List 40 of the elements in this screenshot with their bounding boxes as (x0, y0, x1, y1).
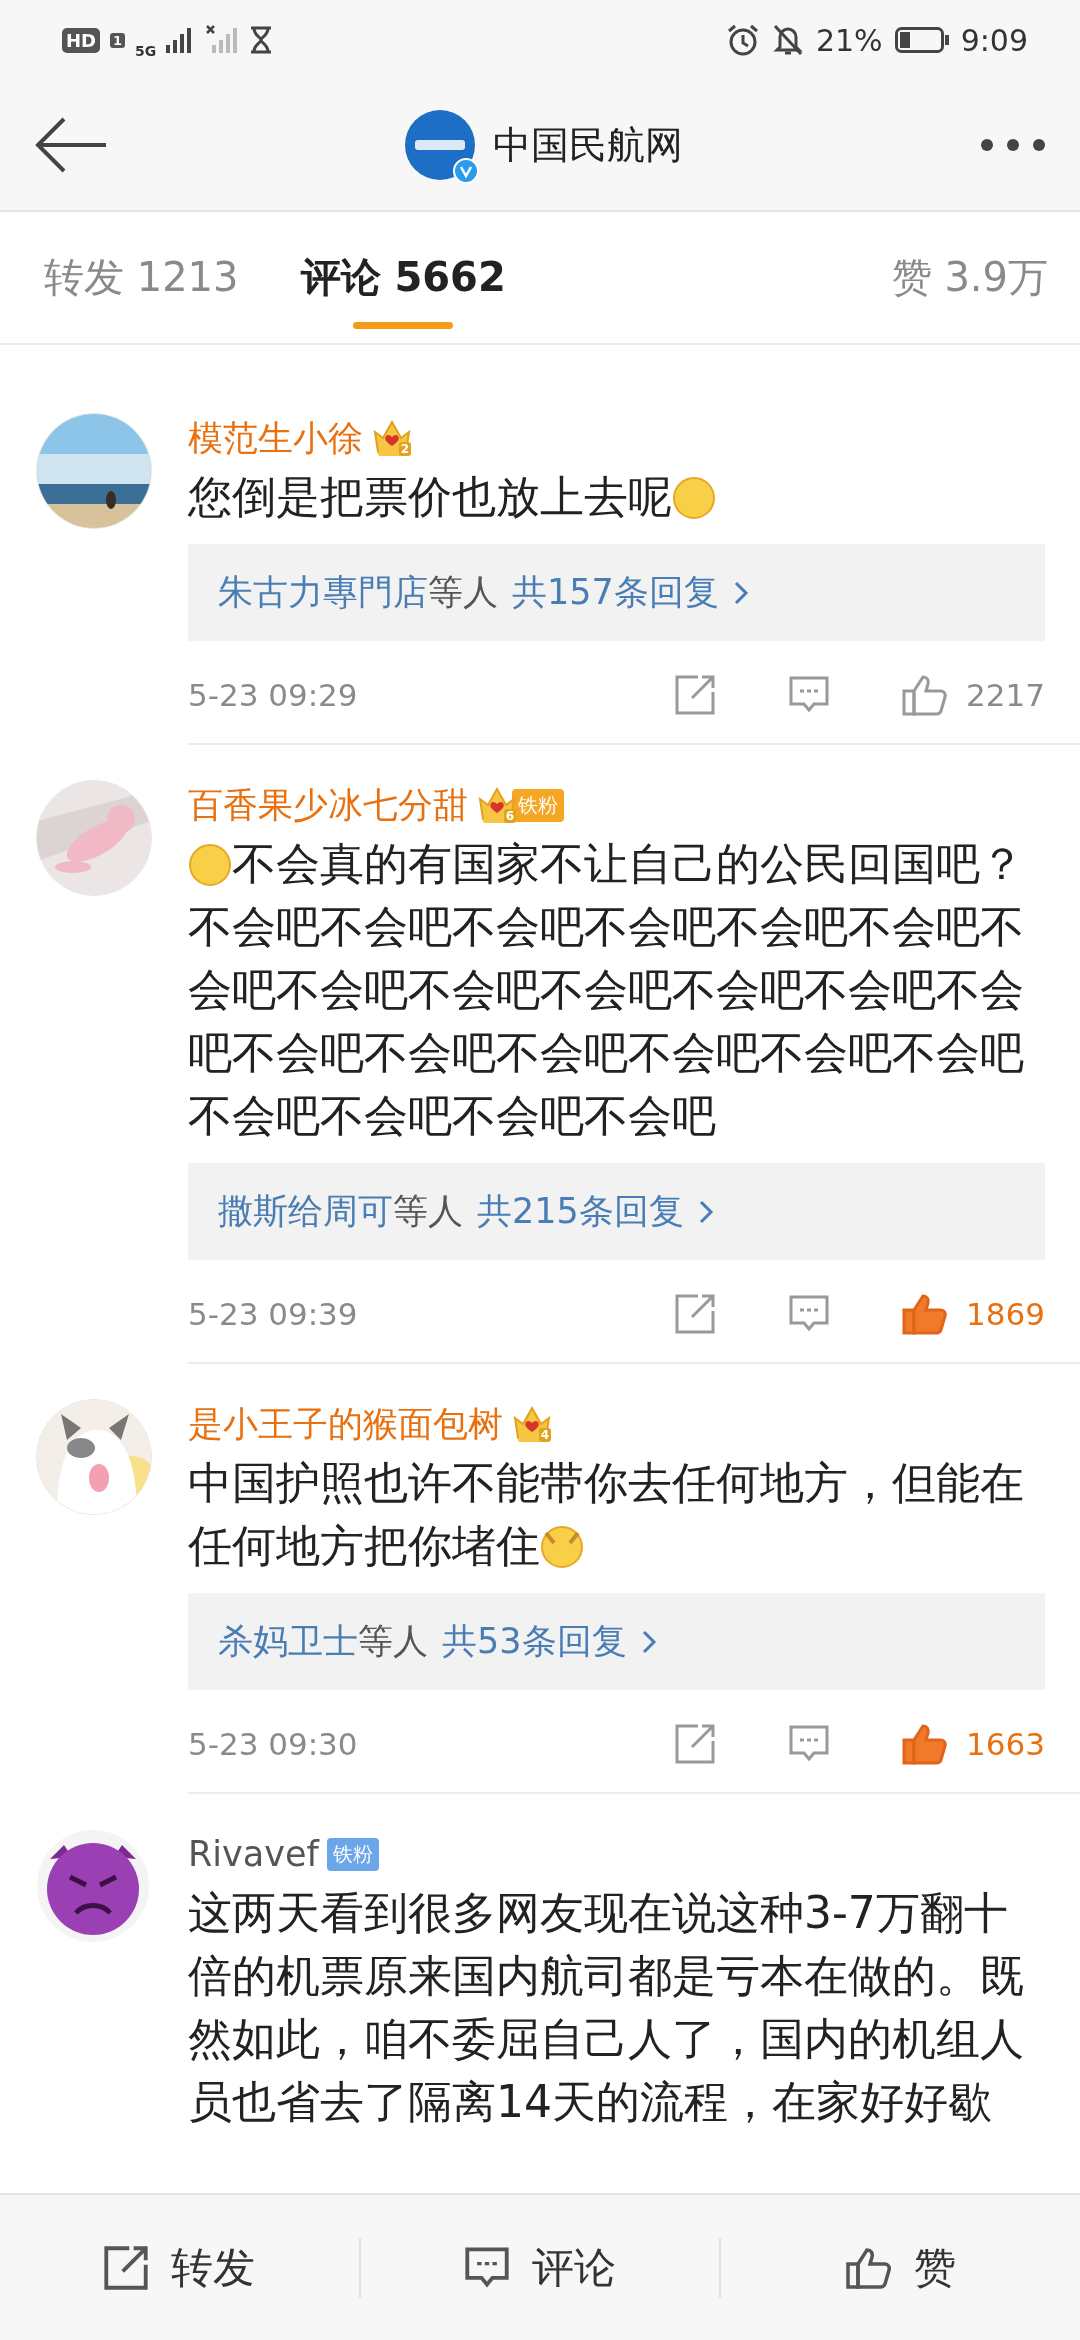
comment-text: 不会真的有国家不让自己的公民回国吧？不会吧不会吧不会吧不会吧不会吧不会吧不会吧不会吧不会吧不会吧不会吧不会吧不会吧不会吧不会吧不会吧不会吧不会吧不会吧不会吧不会吧不会吧不会吧 (188, 838, 1024, 1141)
comment-text: 您倒是把票价也放上去呢 (188, 471, 672, 522)
like-action-button[interactable]: 赞 (721, 2195, 1080, 2340)
share-button[interactable] (674, 674, 717, 716)
channel-logo (405, 110, 475, 180)
network-label: 5G (135, 43, 157, 59)
share-button[interactable] (674, 1293, 717, 1335)
comment-time: 5-23 09:30 (188, 1726, 359, 1762)
tab[interactable]: 赞 3.9万 (891, 222, 1048, 333)
replies-link[interactable]: 撒斯给周可等人 共215条回复 (188, 1163, 1045, 1260)
comment-text: 中国护照也许不能带你去任何地方，但能在任何地方把你堵住 (188, 1457, 1024, 1571)
tab[interactable]: 转发 1213 (44, 222, 239, 333)
share-action-button[interactable]: 转发 (0, 2195, 359, 2340)
bell-off-icon (771, 23, 804, 57)
account-title: 中国民航网 (493, 121, 683, 169)
comment-time: 5-23 09:29 (188, 677, 359, 713)
share-icon (674, 1723, 717, 1765)
fan-badge: 铁粉 (326, 1837, 379, 1871)
share-icon (674, 1293, 717, 1335)
user-name[interactable]: Rivavef (188, 1834, 319, 1874)
comment-action-button[interactable]: 评论 (360, 2195, 720, 2340)
more-icon (980, 138, 1046, 152)
alarm-icon (725, 23, 760, 57)
devil-emoji-icon (36, 1829, 150, 1943)
hourglass-icon (250, 26, 273, 54)
comment-text: 这两天看到很多网友现在说这种3-7万翻十倍的机票原来国内航司都是亏本在做的。既然如此，咱不委屈自己人了，国内的机组人员也省去了隔离14天的流程，在家好好歇 (188, 1887, 1024, 2127)
sim-indicator: 1 (110, 32, 126, 48)
share-icon (103, 2244, 150, 2291)
replies-link[interactable]: 朱古力專門店等人 共157条回复 (188, 544, 1045, 641)
battery-percent: 21% (815, 22, 883, 58)
replies-link[interactable]: 杀妈卫士等人 共53条回复 (188, 1593, 1045, 1690)
clock-time: 9:09 (960, 22, 1028, 58)
tab[interactable]: 评论 5662 (300, 222, 506, 333)
like-button[interactable]: 2217 (902, 674, 1045, 716)
back-arrow-icon (34, 115, 108, 175)
battery-icon (894, 27, 949, 53)
share-icon (674, 674, 717, 716)
hd-indicator: HD (62, 27, 100, 53)
share-button[interactable] (674, 1723, 717, 1765)
comment-time: 5-23 09:39 (188, 1296, 359, 1332)
